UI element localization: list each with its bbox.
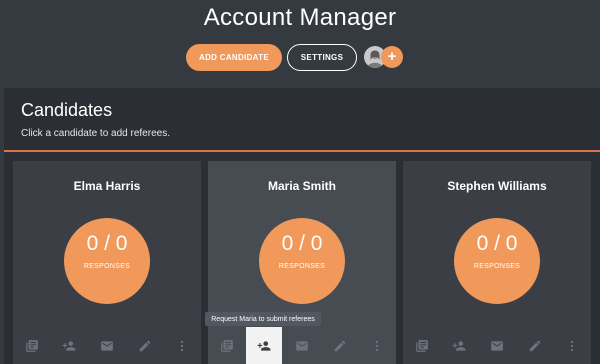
section-title: Candidates — [21, 100, 113, 120]
edit-icon — [529, 340, 540, 351]
add-referees-button[interactable] — [246, 327, 283, 364]
more-vert-icon — [181, 340, 184, 351]
edit-icon — [139, 340, 150, 351]
add-referees-icon — [452, 340, 466, 351]
responses-count: 0 / 0 — [476, 232, 518, 255]
more-vert-icon — [376, 340, 379, 351]
responses-circle: 0 / 0 RESPONSES — [259, 218, 345, 304]
email-icon — [101, 340, 113, 351]
candidate-card[interactable]: Maria Smith 0 / 0 RESPONSES — [208, 161, 396, 364]
responses-count: 0 / 0 — [281, 232, 323, 255]
email-button[interactable] — [284, 327, 320, 364]
candidate-name: Elma Harris — [73, 179, 141, 193]
candidate-name: Stephen Williams — [447, 179, 547, 193]
more-button[interactable] — [164, 327, 200, 364]
candidate-card[interactable]: Elma Harris 0 / 0 RESPONSES — [13, 161, 201, 364]
add-referees-button[interactable] — [51, 327, 87, 364]
responses-circle: 0 / 0 RESPONSES — [454, 218, 540, 304]
edit-icon — [334, 340, 345, 351]
card-actions — [13, 327, 201, 364]
edit-button[interactable] — [322, 327, 358, 364]
email-button[interactable] — [479, 327, 515, 364]
library-icon — [415, 339, 428, 352]
settings-button[interactable]: SETTINGS — [287, 44, 357, 71]
add-referees-icon — [257, 340, 271, 351]
card-actions — [208, 327, 396, 364]
email-icon — [491, 340, 503, 351]
email-icon — [296, 340, 308, 351]
library-button[interactable] — [209, 327, 245, 364]
responses-count: 0 / 0 — [86, 232, 128, 255]
responses-label: RESPONSES — [83, 263, 131, 270]
add-user-button[interactable]: + — [381, 46, 403, 68]
responses-label: RESPONSES — [278, 263, 326, 270]
page-title: Account Manager — [203, 4, 397, 31]
edit-button[interactable] — [127, 327, 163, 364]
divider — [4, 150, 600, 152]
add-referees-button[interactable] — [441, 327, 477, 364]
email-button[interactable] — [89, 327, 125, 364]
library-icon — [25, 339, 38, 352]
edit-button[interactable] — [517, 327, 553, 364]
more-vert-icon — [571, 340, 574, 351]
candidate-card[interactable]: Stephen Williams 0 / 0 RESPONSES — [403, 161, 591, 364]
responses-circle: 0 / 0 RESPONSES — [64, 218, 150, 304]
library-button[interactable] — [404, 327, 440, 364]
library-button[interactable] — [14, 327, 50, 364]
add-candidate-button[interactable]: ADD CANDIDATE — [186, 44, 282, 71]
more-button[interactable] — [359, 327, 395, 364]
more-button[interactable] — [554, 327, 590, 364]
tooltip: Request Maria to submit referees — [205, 312, 321, 326]
section-subtitle: Click a candidate to add referees. — [21, 128, 170, 139]
add-referees-icon — [62, 340, 76, 351]
library-icon — [220, 339, 233, 352]
card-actions — [403, 327, 591, 364]
responses-label: RESPONSES — [473, 263, 521, 270]
toolbar: ADD CANDIDATE SETTINGS + — [0, 44, 600, 72]
candidate-name: Maria Smith — [267, 179, 336, 193]
